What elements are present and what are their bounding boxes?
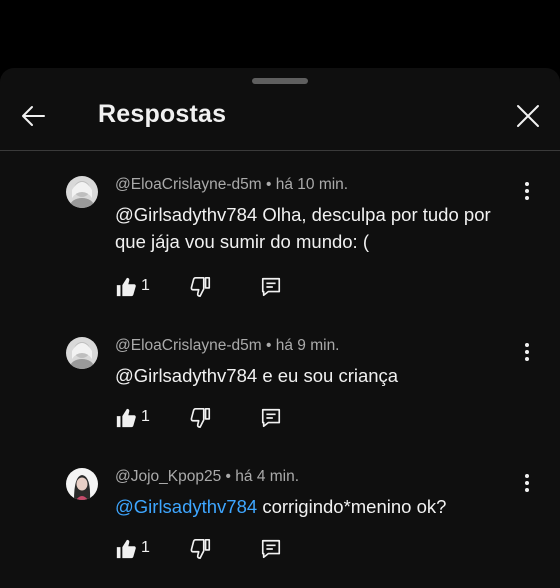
thumbs-down-icon [190,277,211,297]
comment-meta: @EloaCrislayne-d5m • há 9 min. [115,337,340,355]
meta-separator: • [221,468,236,485]
comment-text: @Girlsadythv784 e eu sou criança [115,362,515,389]
comment-actions: 1 [115,538,375,564]
comment-text: @Girlsadythv784 corrigindo*menino ok? [115,493,515,520]
comment-body: corrigindo*menino ok? [257,496,447,517]
comment-reply-icon [261,277,281,297]
like-count: 1 [141,408,150,425]
comment-mention[interactable]: @Girlsadythv784 [115,204,257,225]
more-vert-icon [525,182,529,200]
avatar[interactable] [66,468,98,500]
page-title: Respostas [98,100,227,128]
comment-author[interactable]: @Jojo_Kpop25 [115,468,221,485]
reply-button[interactable] [260,538,282,560]
replies-sheet: Respostas @EloaCrislayne-d5m • há 10 min… [0,68,560,588]
thumbs-up-icon [116,277,136,297]
thumbs-down-icon [190,539,211,559]
comment-time: há 10 min. [275,176,349,193]
close-button[interactable] [513,101,543,131]
comment-author[interactable]: @EloaCrislayne-d5m [115,176,262,193]
dislike-button[interactable] [190,538,212,560]
back-button[interactable] [18,101,48,131]
avatar[interactable] [66,337,98,369]
dislike-button[interactable] [190,407,212,429]
user-avatar-icon [66,337,98,369]
reply-button[interactable] [260,407,282,429]
comment-actions: 1 [115,407,375,433]
comment-actions: 1 [115,276,375,302]
comment-time: há 4 min. [235,468,300,485]
user-avatar-icon [66,176,98,208]
comment-mention[interactable]: @Girlsadythv784 [115,365,257,386]
comment-meta: @Jojo_Kpop25 • há 4 min. [115,468,299,486]
arrow-left-icon [22,106,45,126]
more-options-button[interactable] [517,339,537,365]
replies-header: Respostas [0,88,560,151]
meta-separator: • [261,176,276,193]
reply-button[interactable] [260,276,282,298]
like-count: 1 [141,277,150,294]
comment-reply-icon [261,408,281,428]
more-vert-icon [525,343,529,361]
like-button[interactable] [115,276,137,298]
comment-time: há 9 min. [275,337,340,354]
more-options-button[interactable] [517,470,537,496]
comment-meta: @EloaCrislayne-d5m • há 10 min. [115,176,348,194]
comment-author[interactable]: @EloaCrislayne-d5m [115,337,262,354]
comment-body: e eu sou criança [257,365,399,386]
like-button[interactable] [115,538,137,560]
thumbs-up-icon [116,539,136,559]
meta-separator: • [261,337,276,354]
avatar[interactable] [66,176,98,208]
close-icon [517,105,539,127]
more-vert-icon [525,474,529,492]
drag-handle[interactable] [252,78,308,84]
thumbs-up-icon [116,408,136,428]
comment-reply-icon [261,539,281,559]
dislike-button[interactable] [190,276,212,298]
like-button[interactable] [115,407,137,429]
like-count: 1 [141,539,150,556]
more-options-button[interactable] [517,178,537,204]
thumbs-down-icon [190,408,211,428]
user-avatar-icon [66,468,98,500]
comment-mention-link[interactable]: @Girlsadythv784 [115,496,257,517]
comment-text: @Girlsadythv784 Olha, desculpa por tudo … [115,201,515,255]
